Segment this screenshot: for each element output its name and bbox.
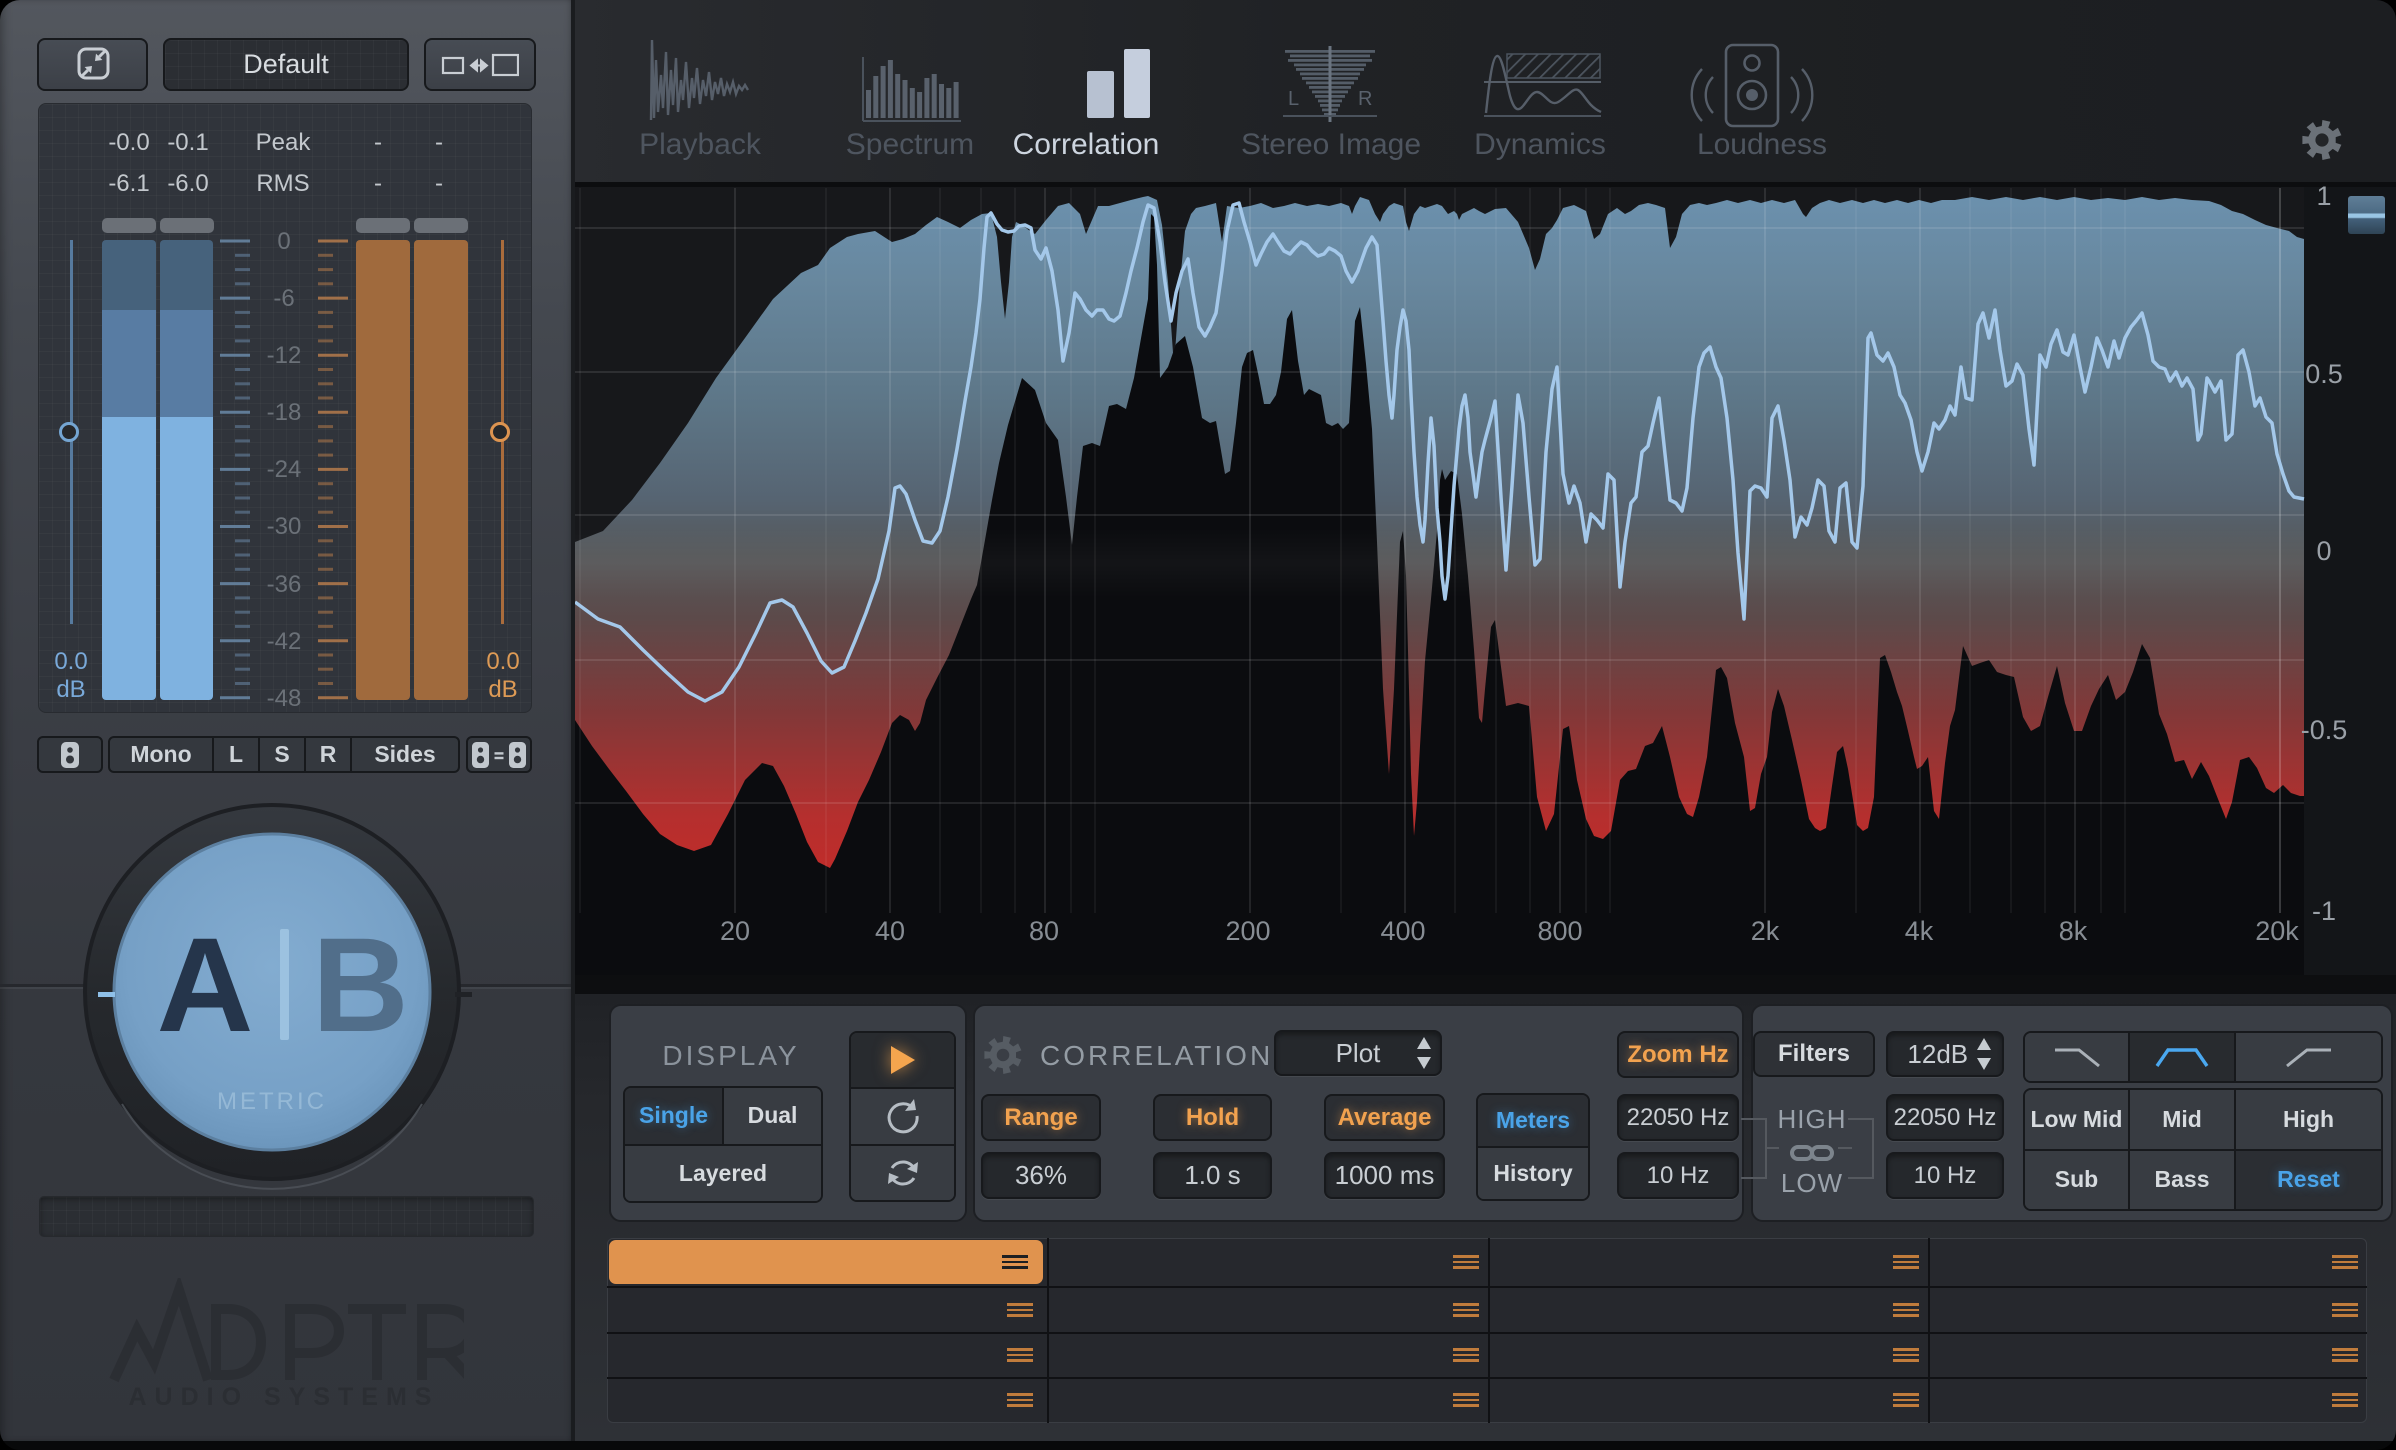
svg-text:8k: 8k — [2059, 916, 2088, 946]
svg-text:20: 20 — [720, 916, 750, 946]
svg-text:20k: 20k — [2255, 916, 2299, 946]
svg-text:0: 0 — [2316, 536, 2331, 566]
svg-text:0.5: 0.5 — [2305, 359, 2343, 389]
svg-text:80: 80 — [1029, 916, 1059, 946]
svg-text:-0.5: -0.5 — [2301, 715, 2348, 745]
svg-text:2k: 2k — [1751, 916, 1780, 946]
svg-text:4k: 4k — [1905, 916, 1934, 946]
svg-text:400: 400 — [1380, 916, 1425, 946]
svg-text:L: L — [1288, 88, 1299, 110]
svg-text:-30: -30 — [267, 513, 302, 540]
svg-text:-42: -42 — [267, 628, 302, 655]
svg-text:200: 200 — [1225, 916, 1270, 946]
svg-text:-12: -12 — [267, 342, 302, 369]
svg-text:800: 800 — [1537, 916, 1582, 946]
svg-text:1: 1 — [2316, 182, 2331, 211]
svg-text:-1: -1 — [2312, 896, 2336, 926]
svg-text:-48: -48 — [267, 685, 302, 712]
svg-text:-6: -6 — [273, 285, 294, 312]
svg-text:R: R — [1358, 88, 1372, 110]
svg-text:40: 40 — [875, 916, 905, 946]
svg-text:-18: -18 — [267, 399, 302, 426]
svg-text:-24: -24 — [267, 456, 302, 483]
svg-text:0: 0 — [277, 228, 290, 255]
svg-text:-36: -36 — [267, 571, 302, 598]
